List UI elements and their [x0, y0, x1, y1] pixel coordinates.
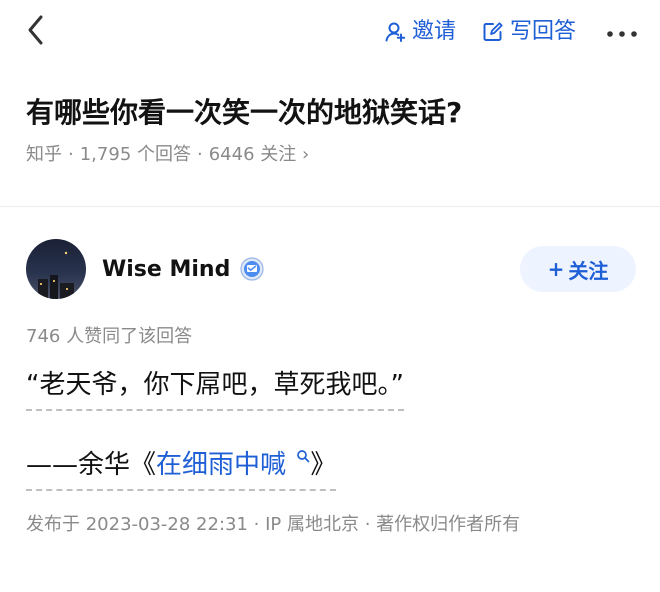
nav-actions: 邀请 写回答 — [384, 14, 642, 50]
answer-count: 1,795 个回答 — [79, 143, 191, 165]
followers-link[interactable]: 6446 关注 › — [209, 144, 309, 166]
follow-button[interactable]: + 关注 — [520, 246, 636, 292]
invite-button[interactable]: 邀请 — [384, 21, 456, 43]
author-name-row: Wise Mind — [102, 257, 264, 282]
write-answer-button[interactable]: 写回答 — [482, 21, 576, 43]
close-bracket: 》 — [310, 450, 337, 480]
follow-label: 关注 — [568, 258, 609, 283]
question-header: 有哪些你看一次笑一次的地狱笑话? 知乎 · 1,795 个回答 · 6446 关… — [26, 96, 640, 165]
meta-separator: · — [68, 143, 74, 165]
write-answer-label: 写回答 — [509, 19, 576, 44]
top-nav-bar: 邀请 写回答 — [0, 0, 660, 64]
answer-quote: “老天爷，你下屌吧，草死我吧。” — [26, 368, 404, 412]
author-name[interactable]: Wise Mind — [102, 257, 230, 282]
meta-separator: · — [197, 143, 203, 165]
plus-icon: + — [547, 257, 565, 281]
back-button[interactable] — [22, 14, 50, 50]
followers-count: 6446 关注 — [208, 143, 297, 165]
search-icon — [296, 449, 310, 463]
edit-icon — [482, 21, 504, 43]
source-prefix: ——余华 — [26, 450, 131, 480]
more-button[interactable] — [602, 17, 642, 47]
invite-label: 邀请 — [411, 19, 456, 44]
chevron-right-icon: › — [302, 143, 310, 165]
book-title-link[interactable]: 在细雨中喊 — [156, 448, 310, 483]
likes-count: 746 人赞同了该回答 — [26, 326, 193, 347]
quote-source: ——余华 《 在细雨中喊 》 — [26, 448, 337, 492]
person-add-icon — [384, 21, 406, 43]
source-label: 知乎 — [26, 143, 62, 165]
back-icon — [26, 14, 46, 50]
section-divider — [0, 206, 660, 207]
book-title: 在细雨中喊 — [156, 450, 287, 480]
verified-badge-icon — [240, 257, 264, 281]
more-icon — [606, 23, 638, 42]
avatar[interactable] — [26, 239, 86, 299]
answer-author: Wise Mind + 关注 — [26, 238, 636, 300]
publish-meta: 发布于 2023-03-28 22:31 · IP 属地北京 · 著作权归作者所… — [26, 514, 521, 535]
question-title: 有哪些你看一次笑一次的地狱笑话? — [26, 96, 463, 129]
question-meta: 知乎 · 1,795 个回答 · 6446 关注 › — [26, 144, 640, 166]
open-bracket: 《 — [130, 450, 157, 480]
